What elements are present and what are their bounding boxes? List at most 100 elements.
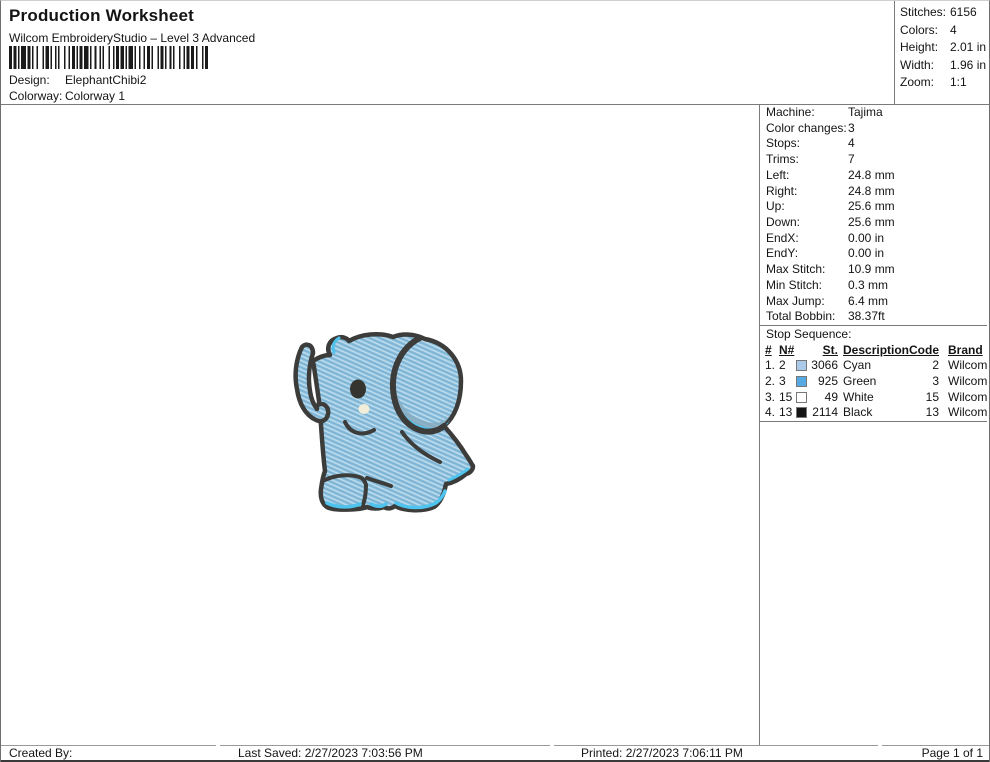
info-label: EndY: xyxy=(766,246,799,261)
info-row: Left: 24.8 mm xyxy=(760,168,987,184)
design-name-row: Design: ElephantChibi2 xyxy=(9,73,146,87)
row-num: 3. xyxy=(765,389,776,404)
software-name: Wilcom EmbroideryStudio – Level 3 Advanc… xyxy=(9,31,256,45)
design-stats-box: Stitches: 6156 Colors: 4 Height: 2.01 in Wi… xyxy=(894,1,986,104)
col-num: # xyxy=(765,342,772,357)
color-description: Green xyxy=(843,373,877,388)
machine-info-panel: Machine: Tajima Color changes: 3 Stops: 4 T… xyxy=(759,105,987,745)
info-label: Stops: xyxy=(766,136,801,151)
table-row: 1. 2 3066 Cyan 2 Wilcom xyxy=(760,358,987,374)
stat-row: Height: 2.01 in xyxy=(895,39,986,57)
info-label: Right: xyxy=(766,183,798,198)
colorway-value: Colorway 1 xyxy=(65,89,126,103)
stitch-count: 3066 xyxy=(811,358,838,373)
color-code: 2 xyxy=(932,358,939,373)
stop-sequence-title: Stop Sequence: xyxy=(766,327,852,342)
colorway-row: Colorway: Colorway 1 xyxy=(9,89,125,103)
stitch-count: 925 xyxy=(817,373,838,388)
needle-num: 2 xyxy=(779,358,786,373)
info-value: 25.6 mm xyxy=(848,215,895,230)
table-row: 2. 3 925 Green 3 Wilcom xyxy=(760,374,987,390)
col-code: Code xyxy=(909,342,939,357)
info-row: EndX: 0.00 in xyxy=(760,231,987,247)
info-label: Total Bobbin: xyxy=(766,309,836,324)
color-swatch xyxy=(796,375,807,387)
cheek-dot xyxy=(358,404,370,414)
color-code: 13 xyxy=(925,405,939,420)
stat-value: 2.01 in xyxy=(950,40,987,55)
stat-label: Stitches: xyxy=(900,5,947,19)
info-label: Up: xyxy=(766,199,785,214)
info-value: 0.00 in xyxy=(848,230,885,245)
stat-value: 1.96 in xyxy=(950,57,987,72)
stat-row: Zoom: 1:1 xyxy=(895,74,986,92)
needle-num: 3 xyxy=(779,373,786,388)
row-num: 2. xyxy=(765,373,776,388)
info-value: 25.6 mm xyxy=(848,199,895,214)
info-label: EndX: xyxy=(766,230,799,245)
stat-row: Stitches: 6156 xyxy=(895,4,986,22)
info-value: 6.4 mm xyxy=(848,293,889,308)
color-swatch xyxy=(796,360,807,372)
color-description: White xyxy=(843,389,874,404)
col-st: St. xyxy=(822,342,838,357)
info-row: Max Jump: 6.4 mm xyxy=(760,294,987,310)
col-description: Description xyxy=(843,342,910,357)
design-value: ElephantChibi2 xyxy=(65,73,147,87)
info-row: Total Bobbin: 38.37ft xyxy=(760,309,987,325)
info-row: Down: 25.6 mm xyxy=(760,215,987,231)
color-code: 3 xyxy=(932,373,939,388)
info-label: Max Jump: xyxy=(766,293,825,308)
info-row: Machine: Tajima xyxy=(760,105,987,121)
info-value: 0.00 in xyxy=(848,246,885,261)
stat-label: Height: xyxy=(900,40,939,55)
color-description: Cyan xyxy=(843,358,872,373)
info-row: EndY: 0.00 in xyxy=(760,246,987,262)
elephant-body xyxy=(310,331,476,513)
info-value: 7 xyxy=(848,152,855,167)
info-label: Machine: xyxy=(766,105,815,119)
stat-label: Colors: xyxy=(900,22,939,37)
stitch-count: 2114 xyxy=(812,405,838,420)
info-row: Up: 25.6 mm xyxy=(760,199,987,215)
info-row: Color changes: 3 xyxy=(760,121,987,137)
stat-value: 6156 xyxy=(950,5,977,19)
col-brand: Brand xyxy=(948,342,983,357)
stat-label: Zoom: xyxy=(900,75,935,90)
stat-row: Colors: 4 xyxy=(895,22,986,40)
info-value: 24.8 mm xyxy=(848,183,895,198)
production-worksheet-page: Production Worksheet Wilcom EmbroiderySt… xyxy=(0,0,990,762)
stat-value: 4 xyxy=(950,22,957,37)
info-label: Down: xyxy=(766,215,801,230)
row-num: 1. xyxy=(765,358,776,373)
info-label: Min Stitch: xyxy=(766,277,823,292)
info-row: Min Stitch: 0.3 mm xyxy=(760,278,987,294)
stat-value: 1:1 xyxy=(950,75,967,90)
color-swatch xyxy=(796,407,807,419)
needle-num: 13 xyxy=(779,405,793,420)
stop-sequence-header: # N# St. Description Code Brand xyxy=(760,343,987,359)
col-n: N# xyxy=(779,342,795,357)
eye xyxy=(350,379,366,399)
panel-divider xyxy=(760,421,987,422)
info-value: 0.3 mm xyxy=(848,277,889,292)
info-label: Trims: xyxy=(766,152,799,167)
info-label: Max Stitch: xyxy=(766,262,826,277)
info-label: Color changes: xyxy=(766,120,847,135)
info-value: 24.8 mm xyxy=(848,167,895,182)
page-title: Production Worksheet xyxy=(9,6,195,25)
colorway-label: Colorway: xyxy=(9,89,63,103)
color-swatch xyxy=(796,391,807,403)
info-value: 4 xyxy=(848,136,855,151)
barcode xyxy=(9,46,208,69)
info-value: 38.37ft xyxy=(848,309,885,324)
info-row: Stops: 4 xyxy=(760,136,987,152)
info-value: Tajima xyxy=(848,105,883,119)
table-row: 4. 13 2114 Black 13 Wilcom xyxy=(760,405,987,421)
thread-brand: Wilcom xyxy=(948,358,988,373)
info-value: 10.9 mm xyxy=(848,262,895,277)
elephant-chibi-design xyxy=(293,331,476,513)
color-description: Black xyxy=(843,405,873,420)
row-num: 4. xyxy=(765,405,776,420)
needle-num: 15 xyxy=(779,389,793,404)
